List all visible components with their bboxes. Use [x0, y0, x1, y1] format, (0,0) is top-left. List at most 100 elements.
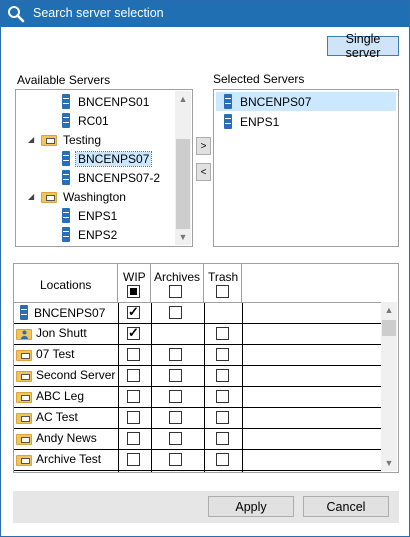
tree-item-label: BNCENPS07 [74, 150, 153, 167]
cancel-button[interactable]: Cancel [303, 496, 389, 517]
wip-checkbox[interactable] [127, 390, 140, 403]
server-icon [62, 94, 70, 109]
location-name: BNCENPS07 [34, 305, 106, 320]
server-icon [62, 227, 70, 242]
selected-servers-label: Selected Servers [213, 72, 305, 86]
server-icon [62, 151, 70, 166]
archives-checkbox[interactable] [169, 453, 182, 466]
trash-column-header: Trash [204, 264, 242, 302]
tree-item-label: Washington [63, 189, 126, 204]
tree-folder[interactable]: ◢ Testing [28, 130, 103, 149]
monitor-folder-icon [16, 411, 32, 424]
archives-checkbox[interactable] [169, 411, 182, 424]
selected-server-item[interactable]: BNCENPS07 [216, 92, 396, 111]
location-row[interactable]: Jon Shutt [14, 324, 382, 345]
trash-checkbox[interactable] [216, 432, 229, 445]
server-icon [62, 208, 70, 223]
server-icon [20, 305, 28, 320]
scroll-up-arrow-icon[interactable]: ▲ [175, 91, 191, 107]
user-folder-icon [16, 327, 32, 340]
wip-checkbox[interactable] [127, 369, 140, 382]
tree-server-item[interactable]: BNCENPS07 [62, 149, 153, 168]
server-icon [62, 170, 70, 185]
tree-server-item[interactable]: BNCENPS07-2 [62, 168, 162, 187]
location-row[interactable]: Andy News [14, 429, 382, 450]
location-name: Archive Test [36, 452, 102, 466]
scroll-down-arrow-icon[interactable]: ▼ [175, 229, 191, 245]
selected-servers-list[interactable]: BNCENPS07 ENPS1 [213, 89, 399, 247]
wip-checkbox[interactable] [127, 304, 140, 320]
add-server-button[interactable]: > [196, 137, 211, 155]
location-name: ABC Leg [36, 389, 85, 403]
wip-checkbox[interactable] [127, 348, 140, 361]
tree-item-label: BNCENPS07-2 [78, 170, 161, 185]
location-row[interactable]: ABC Leg [14, 387, 382, 408]
archives-checkbox[interactable] [169, 390, 182, 403]
monitor-folder-icon [16, 348, 32, 361]
search-icon [8, 6, 25, 23]
tree-item-label: ENPS1 [78, 208, 118, 223]
trash-checkbox[interactable] [216, 453, 229, 466]
collapse-arrow-icon[interactable]: ◢ [28, 135, 38, 144]
available-servers-tree[interactable]: BNCENPS01 RC01 ◢ Testing BNCENPS07 BNCENPS07-… [15, 89, 193, 247]
location-name: 07 Test [36, 347, 75, 361]
column-divider [151, 303, 152, 472]
wip-checkbox[interactable] [127, 432, 140, 445]
location-name: Jon Shutt [36, 326, 87, 340]
trash-checkbox[interactable] [216, 327, 229, 340]
location-row[interactable]: BNCENPS07 [14, 303, 382, 324]
wip-checkbox[interactable] [127, 453, 140, 466]
location-row[interactable]: Second Server [14, 366, 382, 387]
wip-header-label: WIP [123, 270, 146, 284]
archives-checkbox[interactable] [169, 369, 182, 382]
monitor-folder-icon [41, 133, 57, 146]
archives-checkbox[interactable] [169, 432, 182, 445]
trash-header-label: Trash [208, 270, 239, 284]
trash-checkbox[interactable] [216, 369, 229, 382]
tree-item-label: Testing [63, 132, 102, 147]
column-divider [204, 303, 205, 472]
tree-item-label: ENPS2 [78, 227, 118, 242]
remove-server-button[interactable]: < [196, 163, 211, 181]
server-icon [224, 94, 232, 109]
trash-checkbox[interactable] [216, 411, 229, 424]
tree-server-item[interactable]: ENPS1 [62, 206, 119, 225]
selected-server-item[interactable]: ENPS1 [216, 112, 396, 131]
trash-checkbox[interactable] [216, 390, 229, 403]
single-server-button[interactable]: Single server [327, 32, 399, 60]
selected-server-label: BNCENPS07 [240, 94, 312, 109]
location-row[interactable]: AC Test [14, 408, 382, 429]
server-icon [62, 113, 70, 128]
wip-select-all-checkbox[interactable] [127, 285, 140, 298]
column-divider [242, 303, 243, 472]
trash-select-all-checkbox[interactable] [216, 285, 229, 298]
monitor-folder-icon [16, 390, 32, 403]
tree-folder[interactable]: ◢ Washington [28, 187, 128, 206]
server-icon [224, 114, 232, 129]
tree-server-item[interactable]: BNCENPS01 [62, 92, 151, 111]
tree-server-item[interactable]: RC01 [62, 111, 111, 130]
location-row[interactable]: 07 Test [14, 345, 382, 366]
locations-scrollbar[interactable]: ▲ ▼ [381, 302, 397, 471]
scrollbar-thumb[interactable] [382, 320, 396, 336]
archives-checkbox[interactable] [169, 348, 182, 361]
location-row[interactable]: Archive Test [14, 450, 382, 471]
trash-checkbox[interactable] [216, 348, 229, 361]
available-servers-scrollbar[interactable]: ▲ ▼ [175, 91, 191, 245]
wip-column-header: WIP [118, 264, 151, 302]
collapse-arrow-icon[interactable]: ◢ [28, 192, 38, 201]
archives-select-all-checkbox[interactable] [169, 285, 182, 298]
monitor-folder-icon [16, 369, 32, 382]
location-name: AC Test [36, 410, 78, 424]
monitor-folder-icon [16, 432, 32, 445]
tree-server-item[interactable]: ENPS2 [62, 225, 119, 244]
apply-button[interactable]: Apply [208, 496, 294, 517]
archives-header-label: Archives [154, 270, 201, 284]
scrollbar-thumb[interactable] [176, 139, 190, 229]
scroll-down-arrow-icon[interactable]: ▼ [381, 455, 397, 471]
wip-checkbox[interactable] [127, 411, 140, 424]
monitor-folder-icon [16, 453, 32, 466]
archives-checkbox[interactable] [169, 306, 182, 319]
scroll-up-arrow-icon[interactable]: ▲ [381, 302, 397, 318]
wip-checkbox[interactable] [127, 325, 140, 341]
